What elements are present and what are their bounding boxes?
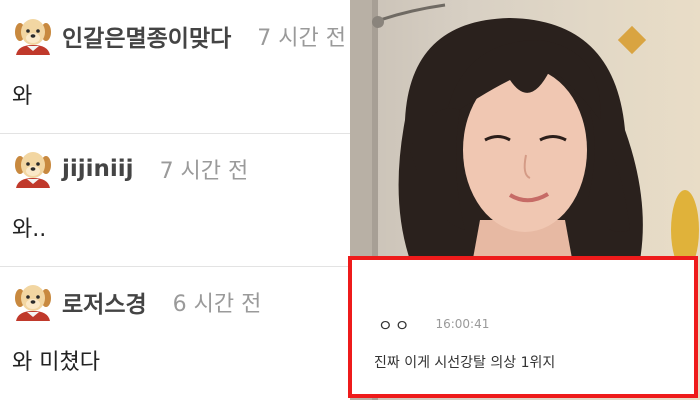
comment-username[interactable]: 인갈은멸종이맞다 <box>62 19 231 53</box>
comment-text: 와 미쳤다 <box>12 350 100 375</box>
comment-item: jijiniij 7 시간 전 와.. <box>0 133 350 266</box>
puppy-avatar-icon[interactable] <box>12 15 54 57</box>
comment-item: 로저스경 6 시간 전 와 미쳤다 <box>0 266 350 400</box>
chat-timestamp: 16:00:41 <box>435 317 490 331</box>
chat-message-text: 진짜 이게 시선강탈 의상 1위지 <box>374 355 556 371</box>
comment-username[interactable]: jijiniij <box>62 156 134 182</box>
chat-username[interactable]: ㅇㅇ <box>378 312 411 336</box>
puppy-avatar-icon[interactable] <box>12 281 54 323</box>
comment-time: 7 시간 전 <box>159 159 249 184</box>
comment-text: 와 <box>12 84 33 109</box>
comment-text: 와.. <box>12 217 47 242</box>
comment-username[interactable]: 로저스경 <box>62 285 147 319</box>
highlighted-chat-message: ㅇㅇ 16:00:41 진짜 이게 시선강탈 의상 1위지 <box>348 256 698 398</box>
comment-time: 7 시간 전 <box>257 26 346 51</box>
comment-item: 인갈은멸종이맞다 7 시간 전 와 <box>0 0 350 133</box>
comment-list: 인갈은멸종이맞다 7 시간 전 와 jijiniij 7 시간 전 와.. 로저… <box>0 0 350 400</box>
puppy-avatar-icon[interactable] <box>12 148 54 190</box>
comment-time: 6 시간 전 <box>172 292 262 317</box>
